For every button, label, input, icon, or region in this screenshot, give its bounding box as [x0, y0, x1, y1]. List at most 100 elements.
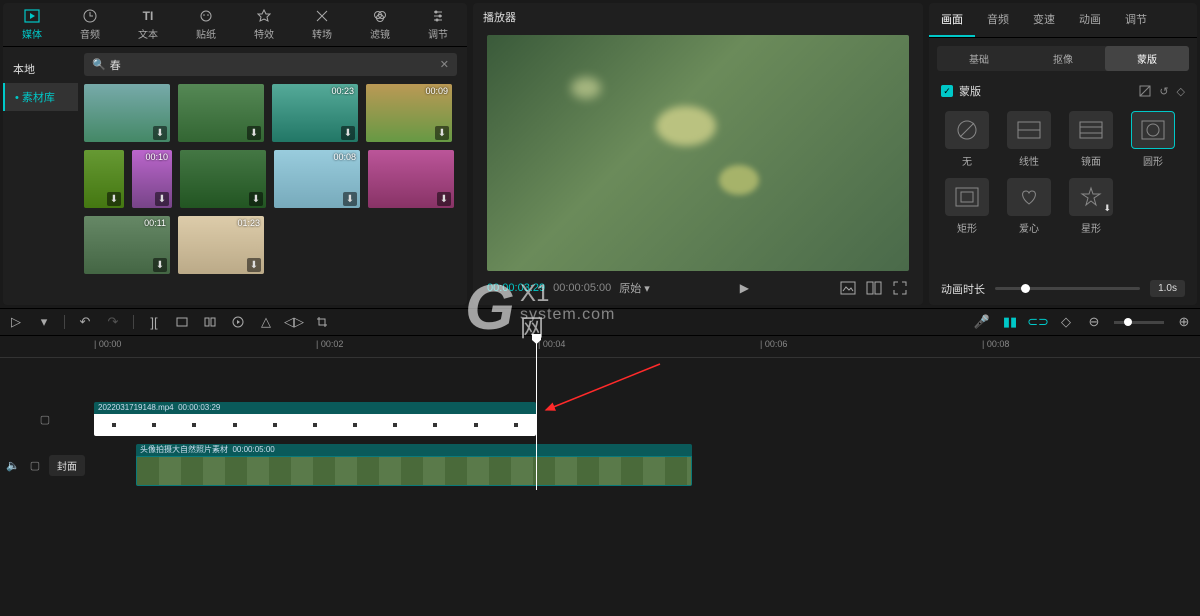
media-tab-label: 特效 — [254, 26, 274, 41]
clear-icon[interactable]: ✕ — [440, 58, 449, 71]
zoom-out-icon[interactable]: ⊖ — [1086, 314, 1102, 330]
download-icon[interactable]: ⬇ — [435, 126, 449, 140]
mask-circle[interactable]: 圆形 — [1127, 111, 1179, 168]
thumb-item[interactable]: 00:08⬇ — [274, 150, 360, 208]
search-input[interactable] — [110, 59, 440, 71]
timeline-toolbar: ▷ ▾ ↶ ↷ ]​[ △ ◁▷ 🎤 ▮▮ ⊂⊃ ◇ ⊖ ⊕ — [0, 308, 1200, 336]
mask-checkbox[interactable]: ✓ — [941, 85, 953, 97]
thumb-item[interactable]: ⬇ — [368, 150, 454, 208]
clip-mask[interactable]: 2022031719148.mp4 00:00:03:29 — [94, 402, 536, 436]
timeline-ruler[interactable]: | 00:00 | 00:02 | 00:04 | 00:06 | 00:08 — [0, 336, 1200, 358]
anim-duration: 动画时长 1.0s — [929, 272, 1197, 305]
mask-rect[interactable]: 矩形 — [941, 178, 993, 235]
subtab-mask[interactable]: 蒙版 — [1105, 46, 1189, 71]
media-tab-text[interactable]: TI 文本 — [119, 3, 177, 46]
keyframe-icon[interactable]: ◇ — [1177, 85, 1185, 98]
subtab-basic[interactable]: 基础 — [937, 46, 1021, 71]
zoom-slider[interactable] — [1124, 318, 1132, 326]
props-tab-anim[interactable]: 动画 — [1067, 3, 1113, 37]
magnet-aux-icon[interactable]: ⊂⊃ — [1030, 314, 1046, 330]
link-icon[interactable]: ◇ — [1058, 314, 1074, 330]
reverse-icon[interactable]: △ — [258, 314, 274, 330]
mask-mirror[interactable]: 镜面 — [1065, 111, 1117, 168]
mask-heart[interactable]: 爱心 — [1003, 178, 1055, 235]
media-tab-label: 转场 — [312, 26, 332, 41]
thumb-item[interactable]: 01:23⬇ — [178, 216, 264, 274]
media-tab-adjust[interactable]: 调节 — [409, 3, 467, 46]
split-icon[interactable]: ]​[ — [146, 314, 162, 330]
mirror-icon[interactable]: ◁▷ — [286, 314, 302, 330]
props-tab-picture[interactable]: 画面 — [929, 3, 975, 37]
download-icon[interactable]: ⬇ — [155, 192, 169, 206]
download-icon[interactable]: ⬇ — [247, 258, 261, 272]
track-mute-icon[interactable]: 🔈 — [5, 457, 21, 473]
playhead[interactable] — [536, 336, 537, 490]
zoom-in-icon[interactable]: ⊕ — [1176, 314, 1192, 330]
redo-icon[interactable]: ↷ — [105, 314, 121, 330]
play-icon[interactable]: ▶ — [735, 279, 753, 297]
track-lock-icon[interactable]: ▢ — [37, 411, 53, 427]
fx-icon — [256, 8, 272, 24]
props-tab-adjust[interactable]: 调节 — [1113, 3, 1159, 37]
props-tab-audio[interactable]: 音频 — [975, 3, 1021, 37]
timeline: | 00:00 | 00:02 | 00:04 | 00:06 | 00:08 … — [0, 336, 1200, 490]
thumb-item[interactable]: 00:11⬇ — [84, 216, 170, 274]
thumb-item[interactable]: ⬇ — [178, 84, 264, 142]
cut-left-icon[interactable] — [174, 314, 190, 330]
freeze-icon[interactable] — [230, 314, 246, 330]
fullscreen-icon[interactable] — [891, 279, 909, 297]
download-icon[interactable]: ⬇ — [153, 258, 167, 272]
magnet-main-icon[interactable]: ▮▮ — [1002, 314, 1018, 330]
download-icon[interactable]: ⬇ — [153, 126, 167, 140]
thumb-item[interactable]: 00:09⬇ — [366, 84, 452, 142]
download-icon[interactable]: ⬇ — [247, 126, 261, 140]
media-tab-filter[interactable]: 滤镜 — [351, 3, 409, 46]
cover-button[interactable]: 封面 — [49, 455, 85, 476]
search-bar[interactable]: 🔍 ✕ — [84, 53, 457, 76]
undo-icon[interactable]: ↶ — [77, 314, 93, 330]
snapshot-icon[interactable] — [839, 279, 857, 297]
thumb-item[interactable]: 00:10⬇ — [132, 150, 172, 208]
compare-icon[interactable] — [865, 279, 883, 297]
thumb-item[interactable]: ⬇ — [84, 84, 170, 142]
download-icon[interactable]: ⬇ — [341, 126, 355, 140]
audio-icon — [82, 8, 98, 24]
duration-value[interactable]: 1.0s — [1150, 280, 1185, 297]
download-icon[interactable]: ⬇ — [437, 192, 451, 206]
reset-icon[interactable]: ↺ — [1159, 85, 1168, 98]
media-tab-fx[interactable]: 特效 — [235, 3, 293, 46]
download-icon[interactable]: ⬇ — [249, 192, 263, 206]
props-tab-speed[interactable]: 变速 — [1021, 3, 1067, 37]
chevron-down-icon[interactable]: ▾ — [36, 314, 52, 330]
media-tab-label: 贴纸 — [196, 26, 216, 41]
media-tab-sticker[interactable]: 贴纸 — [177, 3, 235, 46]
track-main: 🔈 ▢ 封面 头像拍摄大自然照片素材 00:00:05:00 — [0, 440, 1200, 490]
thumb-item[interactable]: ⬇ — [180, 150, 266, 208]
duration-slider[interactable] — [995, 287, 1140, 290]
mask-linear[interactable]: 线性 — [1003, 111, 1055, 168]
media-tab-label: 媒体 — [22, 26, 42, 41]
download-icon[interactable]: ⬇ — [107, 192, 121, 206]
media-tab-media[interactable]: 媒体 — [3, 3, 61, 46]
media-tab-transition[interactable]: 转场 — [293, 3, 351, 46]
download-icon[interactable]: ⬇ — [343, 192, 357, 206]
mic-icon[interactable]: 🎤 — [974, 314, 990, 330]
clip-video[interactable]: 头像拍摄大自然照片素材 00:00:05:00 — [136, 444, 692, 486]
ratio-picker[interactable]: 原始 ▾ — [619, 280, 650, 296]
pointer-icon[interactable]: ▷ — [8, 314, 24, 330]
media-tab-audio[interactable]: 音频 — [61, 3, 119, 46]
player-view[interactable] — [487, 35, 909, 271]
mask-star[interactable]: ⬇星形 — [1065, 178, 1117, 235]
subtab-cutout[interactable]: 抠像 — [1021, 46, 1105, 71]
media-panel: 媒体 音频 TI 文本 贴纸 特效 转场 — [3, 3, 467, 305]
sidebar-item-library[interactable]: • 素材库 — [3, 83, 78, 111]
invert-icon[interactable] — [1139, 85, 1151, 98]
thumb-item[interactable]: ⬇ — [84, 150, 124, 208]
cut-right-icon[interactable] — [202, 314, 218, 330]
thumb-item[interactable]: 00:23⬇ — [272, 84, 358, 142]
sidebar-item-local[interactable]: 本地 — [3, 55, 78, 83]
text-icon: TI — [140, 8, 156, 24]
track-visible-icon[interactable]: ▢ — [27, 457, 43, 473]
mask-none[interactable]: 无 — [941, 111, 993, 168]
crop-icon[interactable] — [314, 314, 330, 330]
